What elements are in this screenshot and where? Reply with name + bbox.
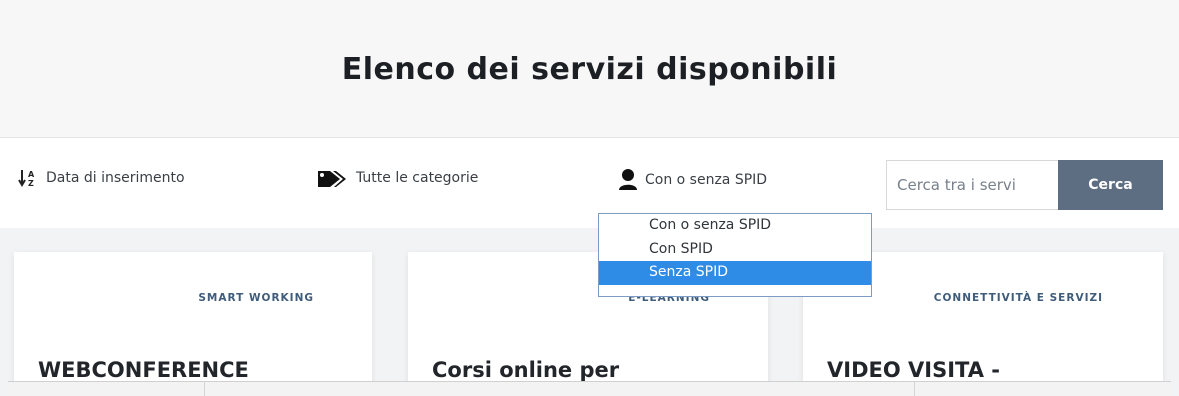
search-input[interactable] [886,160,1058,210]
card-category: CONNETTIVITÀ E SERVIZI [933,292,1103,304]
horizontal-scrollbar[interactable] [8,381,1171,396]
service-card[interactable]: SMART WORKING WEBCONFERENCE [14,252,372,396]
scrollbar-divider [914,382,915,396]
spid-filter[interactable]: Con o senza SPID [617,168,767,192]
scrollbar-divider [204,382,205,396]
dropdown-option[interactable]: Con SPID [599,238,871,262]
card-title: VIDEO VISITA - [827,358,1000,382]
page-title: Elenco dei servizi disponibili [341,52,838,87]
sort-az-icon: A Z [18,168,40,188]
dropdown-option-selected[interactable]: Senza SPID [599,261,871,285]
sort-filter[interactable]: A Z Data di inserimento [18,168,185,188]
user-icon [617,168,639,192]
page-header: Elenco dei servizi disponibili [0,0,1179,138]
search-button[interactable]: Cerca [1058,160,1163,210]
card-title: Corsi online per [432,358,620,382]
tags-icon [316,168,350,188]
svg-text:Z: Z [28,179,34,188]
spid-filter-label: Con o senza SPID [645,172,768,188]
search-group: Cerca [886,160,1163,210]
card-category: SMART WORKING [198,292,314,304]
category-filter-label: Tutte le categorie [356,170,479,186]
dropdown-option[interactable]: Con o senza SPID [599,214,871,238]
category-filter[interactable]: Tutte le categorie [316,168,478,188]
sort-filter-label: Data di inserimento [46,170,185,186]
card-title: WEBCONFERENCE [38,358,249,382]
svg-text:A: A [28,170,35,179]
spid-dropdown-list[interactable]: Con o senza SPID Con SPID Senza SPID [598,213,872,297]
